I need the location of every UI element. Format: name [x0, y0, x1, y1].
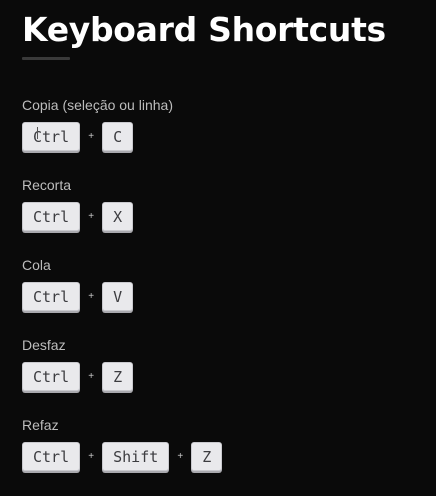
plus-separator: +: [88, 451, 95, 462]
shortcut-undo: Desfaz Ctrl + Z: [22, 336, 422, 416]
key-ctrl[interactable]: Ctrl: [22, 362, 81, 391]
shortcut-copy: Copia (seleção ou linha) Ctrl + C: [22, 96, 422, 176]
text-cursor-icon: [37, 127, 38, 139]
shortcut-label: Refaz: [22, 417, 59, 433]
plus-separator: +: [88, 211, 95, 222]
shortcut-label: Recorta: [22, 177, 72, 193]
shortcut-cut: Recorta Ctrl + X: [22, 176, 422, 256]
key-c[interactable]: C: [102, 122, 134, 151]
plus-separator: +: [177, 451, 184, 462]
plus-separator: +: [88, 291, 95, 302]
shortcut-list: Copia (seleção ou linha) Ctrl + C Recort…: [22, 96, 422, 496]
key-ctrl[interactable]: Ctrl: [22, 282, 81, 311]
key-ctrl[interactable]: Ctrl: [22, 202, 81, 231]
plus-separator: +: [88, 371, 95, 382]
key-combo: Ctrl + Shift + Z: [22, 441, 223, 472]
shortcut-label: Desfaz: [22, 337, 66, 353]
key-z[interactable]: Z: [102, 362, 134, 391]
shortcut-label: Cola: [22, 257, 51, 273]
key-combo: Ctrl + Z: [22, 361, 134, 392]
key-shift[interactable]: Shift: [102, 442, 170, 471]
key-combo: Ctrl + C: [22, 121, 134, 152]
key-z[interactable]: Z: [191, 442, 223, 471]
key-ctrl[interactable]: Ctrl: [22, 442, 81, 471]
key-ctrl[interactable]: Ctrl: [22, 122, 81, 151]
key-x[interactable]: X: [102, 202, 134, 231]
plus-separator: +: [88, 131, 95, 142]
key-combo: Ctrl + V: [22, 281, 134, 312]
shortcut-paste: Cola Ctrl + V: [22, 256, 422, 336]
page-title: Keyboard Shortcuts: [22, 10, 386, 49]
shortcut-redo: Refaz Ctrl + Shift + Z: [22, 416, 422, 496]
key-combo: Ctrl + X: [22, 201, 134, 232]
title-underline: [22, 57, 70, 60]
key-v[interactable]: V: [102, 282, 134, 311]
shortcut-label: Copia (seleção ou linha): [22, 97, 173, 113]
